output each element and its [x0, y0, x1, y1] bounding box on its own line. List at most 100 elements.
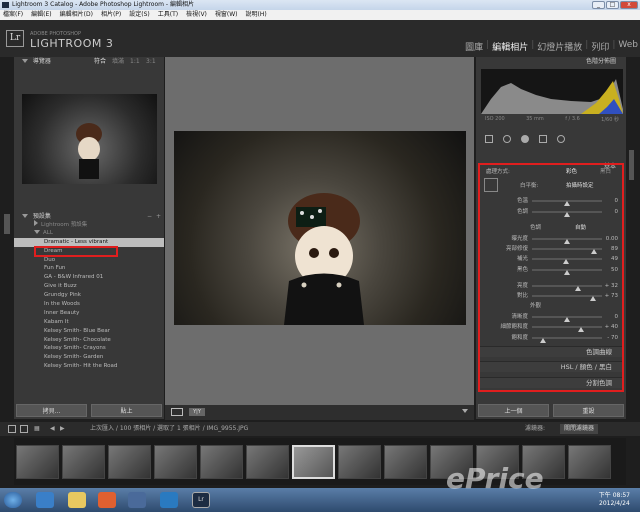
- preset-item[interactable]: Inner Beauty: [14, 309, 164, 318]
- preset-item[interactable]: Kelsey Smith- Blue Bear: [14, 327, 164, 336]
- red-eye-icon[interactable]: [521, 135, 529, 143]
- filmstrip-thumbnail[interactable]: [16, 444, 59, 479]
- folder-toggle-icon[interactable]: [34, 220, 38, 226]
- window-title: Lightroom 3 Catalog - Adobe Photoshop Li…: [12, 1, 194, 8]
- tool-strip: [481, 133, 623, 145]
- preset-item[interactable]: Fun Fun: [14, 264, 164, 273]
- app-icon-taskbar[interactable]: [128, 492, 146, 508]
- preset-label: Kelsey Smith- Crayons: [44, 345, 106, 352]
- adjustment-brush-icon[interactable]: [557, 135, 565, 143]
- lightroom-taskbar-icon[interactable]: Lr: [192, 492, 210, 508]
- previous-button[interactable]: 上一個: [478, 404, 549, 417]
- grid-view-icon[interactable]: ▦: [34, 422, 40, 436]
- copy-button[interactable]: 拷貝...: [16, 404, 87, 417]
- preset-folder[interactable]: Lightroom 預設集: [14, 220, 164, 229]
- highlight-box-preset: [34, 246, 118, 257]
- menu-tools[interactable]: 工具(T): [158, 10, 178, 20]
- menu-file[interactable]: 檔案(F): [3, 10, 23, 20]
- ie-icon[interactable]: [36, 492, 54, 508]
- preset-label: Kabam It: [44, 318, 69, 325]
- taskbar: [0, 488, 640, 512]
- preset-label: Dramatic - Less vibrant: [44, 238, 109, 245]
- preset-item[interactable]: Kelsey Smith- Hit the Road: [14, 362, 164, 371]
- main-photo[interactable]: [174, 131, 466, 325]
- shutter-value: 1/60 秒: [601, 117, 619, 123]
- preset-item[interactable]: Kelsey Smith- Garden: [14, 353, 164, 362]
- spot-removal-icon[interactable]: [503, 135, 511, 143]
- zoom-3-1[interactable]: 3:1: [146, 57, 156, 67]
- product-name: LIGHTROOM 3: [30, 37, 114, 50]
- preset-folder[interactable]: ALL: [14, 229, 164, 238]
- left-panel-toggle[interactable]: [4, 214, 10, 234]
- menu-bar: 檔案(F) 編輯(E) 編輯相片(D) 相片(P) 設定(S) 工具(T) 檢視…: [0, 10, 640, 20]
- presets-title: 預設集: [32, 213, 51, 220]
- menu-develop[interactable]: 編輯相片(D): [60, 10, 93, 20]
- preset-item[interactable]: Kelsey Smith- Chocolate: [14, 336, 164, 345]
- media-player-icon[interactable]: [98, 492, 116, 508]
- menu-settings[interactable]: 設定(S): [129, 10, 150, 20]
- explorer-icon[interactable]: [68, 492, 86, 508]
- filmstrip-thumbnail[interactable]: [200, 444, 243, 479]
- menu-photo[interactable]: 相片(P): [101, 10, 121, 20]
- menu-window[interactable]: 視窗(W): [215, 10, 238, 20]
- browser-icon[interactable]: [160, 492, 178, 508]
- preset-item[interactable]: In the Woods: [14, 300, 164, 309]
- navigator-header[interactable]: 導覽器 符合 填滿 1:1 3:1: [14, 57, 164, 67]
- paste-button[interactable]: 貼上: [91, 404, 162, 417]
- filmstrip-thumbnail[interactable]: [154, 444, 197, 479]
- preset-item[interactable]: Give it Buzz: [14, 282, 164, 291]
- reset-button[interactable]: 重設: [553, 404, 624, 417]
- preset-item[interactable]: Kelsey Smith- Crayons: [14, 344, 164, 353]
- filmstrip-thumbnail[interactable]: [338, 444, 381, 479]
- preset-label: Give it Buzz: [44, 283, 77, 290]
- preset-item[interactable]: Kabam It: [14, 318, 164, 327]
- maximize-button[interactable]: □: [606, 1, 619, 9]
- filmstrip-thumbnail[interactable]: [292, 444, 335, 479]
- menu-edit[interactable]: 編輯(E): [31, 10, 51, 20]
- module-print[interactable]: 列印: [591, 40, 609, 53]
- menu-view[interactable]: 檢視(V): [186, 10, 207, 20]
- module-web[interactable]: Web: [618, 40, 638, 53]
- preset-item[interactable]: GA - B&W Infrared 01: [14, 273, 164, 282]
- filmstrip-info[interactable]: 上次匯入 / 100 張相片 / 選取了 1 張相片 / IMG_9955.JP…: [90, 422, 248, 436]
- before-after-icon[interactable]: Y|Y: [189, 408, 205, 416]
- loupe-view-icon[interactable]: [171, 408, 183, 416]
- preset-label: Grundgy Pink: [44, 292, 81, 299]
- zoom-fill[interactable]: 填滿: [112, 57, 124, 67]
- crop-tool-icon[interactable]: [485, 135, 493, 143]
- filmstrip-thumbnail[interactable]: [246, 444, 289, 479]
- clock-date: 2012/4/24: [599, 500, 630, 507]
- folder-toggle-icon[interactable]: [34, 229, 40, 234]
- collapse-icon: [22, 59, 28, 63]
- toolbar-menu-icon[interactable]: [462, 409, 468, 413]
- filmstrip-thumbnail[interactable]: [384, 444, 427, 479]
- preset-label: ALL: [43, 229, 53, 236]
- module-slideshow[interactable]: 幻燈片播放: [537, 40, 582, 53]
- grid-icon-2[interactable]: [20, 425, 28, 433]
- right-panel-scroll[interactable]: [629, 150, 634, 180]
- navigator-preview[interactable]: [22, 94, 157, 184]
- filter-select[interactable]: 關閉濾鏡器: [560, 424, 599, 434]
- start-button[interactable]: [4, 492, 22, 508]
- preset-label: Kelsey Smith- Chocolate: [44, 336, 111, 343]
- histogram-header[interactable]: 色階分佈圖: [476, 57, 626, 67]
- close-button[interactable]: x: [620, 1, 638, 9]
- zoom-fit[interactable]: 符合: [94, 57, 106, 67]
- graduated-filter-icon[interactable]: [539, 135, 547, 143]
- filmstrip-thumbnail[interactable]: [108, 444, 151, 479]
- module-library[interactable]: 圖庫: [465, 40, 483, 53]
- menu-help[interactable]: 說明(H): [246, 10, 267, 20]
- filter-label: 濾鏡器:: [525, 425, 546, 432]
- zoom-1-1[interactable]: 1:1: [130, 57, 140, 67]
- module-develop[interactable]: 編輯相片: [492, 40, 528, 53]
- preset-item[interactable]: Grundgy Pink: [14, 291, 164, 300]
- filmstrip-thumbnail[interactable]: [568, 444, 611, 479]
- back-icon[interactable]: ◀: [50, 422, 55, 436]
- app-icon: [2, 2, 9, 8]
- exif-info: ISO 200 35 mm f / 3.6 1/60 秒: [481, 116, 623, 124]
- filmstrip-thumbnail[interactable]: [62, 444, 105, 479]
- grid-icon-1[interactable]: [8, 425, 16, 433]
- preset-label: GA - B&W Infrared 01: [44, 274, 104, 281]
- minimize-button[interactable]: _: [592, 1, 605, 9]
- forward-icon[interactable]: ▶: [60, 422, 65, 436]
